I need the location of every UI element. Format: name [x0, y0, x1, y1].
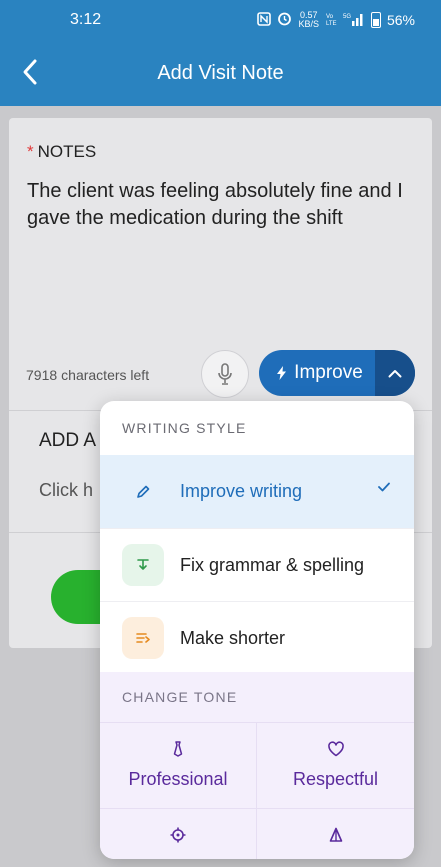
pencil-icon [122, 471, 164, 513]
tie-icon [173, 741, 183, 757]
menu-item-make-shorter[interactable]: Make shorter [100, 601, 414, 674]
menu-item-label: Improve writing [180, 481, 303, 501]
svg-text:Vo: Vo [326, 14, 334, 20]
status-icons: 0.57 KB/S Vo LTE 5G 56% [257, 11, 415, 29]
menu-item-fix-grammar[interactable]: Fix grammar & spelling [100, 528, 414, 601]
net-speed: 0.57 KB/S [298, 11, 319, 29]
chevron-left-icon [23, 59, 37, 85]
net-speed-unit: KB/S [298, 19, 319, 29]
heart-icon [327, 741, 344, 757]
change-tone-section: CHANGE TONE Professional Respectful [100, 672, 414, 859]
add-section-hint[interactable]: Click h [39, 480, 93, 501]
back-button[interactable] [8, 50, 52, 94]
alarm-icon [277, 11, 292, 29]
change-tone-header: CHANGE TONE [122, 689, 238, 705]
microphone-icon [218, 363, 232, 385]
notes-label: * NOTES [27, 142, 96, 162]
improve-button[interactable]: Improve [259, 350, 415, 396]
target-icon [170, 827, 186, 843]
svg-text:LTE: LTE [326, 21, 337, 26]
battery-icon [370, 12, 381, 28]
required-marker: * [27, 142, 34, 161]
tone-label: Respectful [292, 769, 379, 789]
text-fix-icon [122, 544, 164, 586]
notes-label-text: NOTES [37, 142, 97, 161]
signal-icon: 5G [343, 12, 365, 29]
nfc-icon [257, 11, 272, 29]
notes-textarea[interactable]: The client was feeling absolutely fine a… [27, 178, 422, 232]
lightning-icon [277, 366, 287, 380]
char-counter-label: characters left [61, 367, 150, 383]
improve-menu-toggle[interactable] [375, 350, 415, 396]
tone-professional[interactable]: Professional [100, 723, 257, 809]
battery-level: 56% [386, 12, 415, 28]
microphone-button[interactable] [201, 350, 249, 398]
improve-dropdown-menu: WRITING STYLE Improve writing Fix gramma… [100, 401, 414, 859]
tone-grid: Professional Respectful [100, 722, 414, 859]
tone-label: Professional [128, 769, 228, 789]
char-counter: 7918 characters left [26, 367, 149, 383]
status-time: 3:12 [70, 11, 102, 28]
volte-icon: Vo LTE [325, 12, 337, 29]
status-bar: 3:12 0.57 KB/S Vo LTE 5G 56% [0, 0, 441, 40]
triangle-icon [329, 827, 342, 842]
svg-text:5G: 5G [343, 14, 351, 20]
chevron-up-icon [388, 369, 402, 377]
improve-label: Improve [294, 362, 363, 383]
app-bar: Add Visit Note [0, 40, 441, 106]
menu-item-label: Make shorter [180, 627, 286, 648]
add-section-label: ADD A [39, 430, 97, 451]
tone-option-4[interactable] [257, 809, 414, 859]
page-title: Add Visit Note [157, 61, 284, 84]
tone-option-3[interactable] [100, 809, 257, 859]
checkmark-icon [378, 482, 390, 492]
char-counter-value: 7918 [26, 367, 58, 383]
menu-item-improve-writing[interactable]: Improve writing [100, 455, 414, 528]
improve-main[interactable]: Improve [259, 350, 375, 396]
shorten-icon [122, 617, 164, 659]
tone-respectful[interactable]: Respectful [257, 723, 414, 809]
menu-item-label: Fix grammar & spelling [180, 554, 365, 575]
writing-style-header: WRITING STYLE [122, 420, 247, 436]
